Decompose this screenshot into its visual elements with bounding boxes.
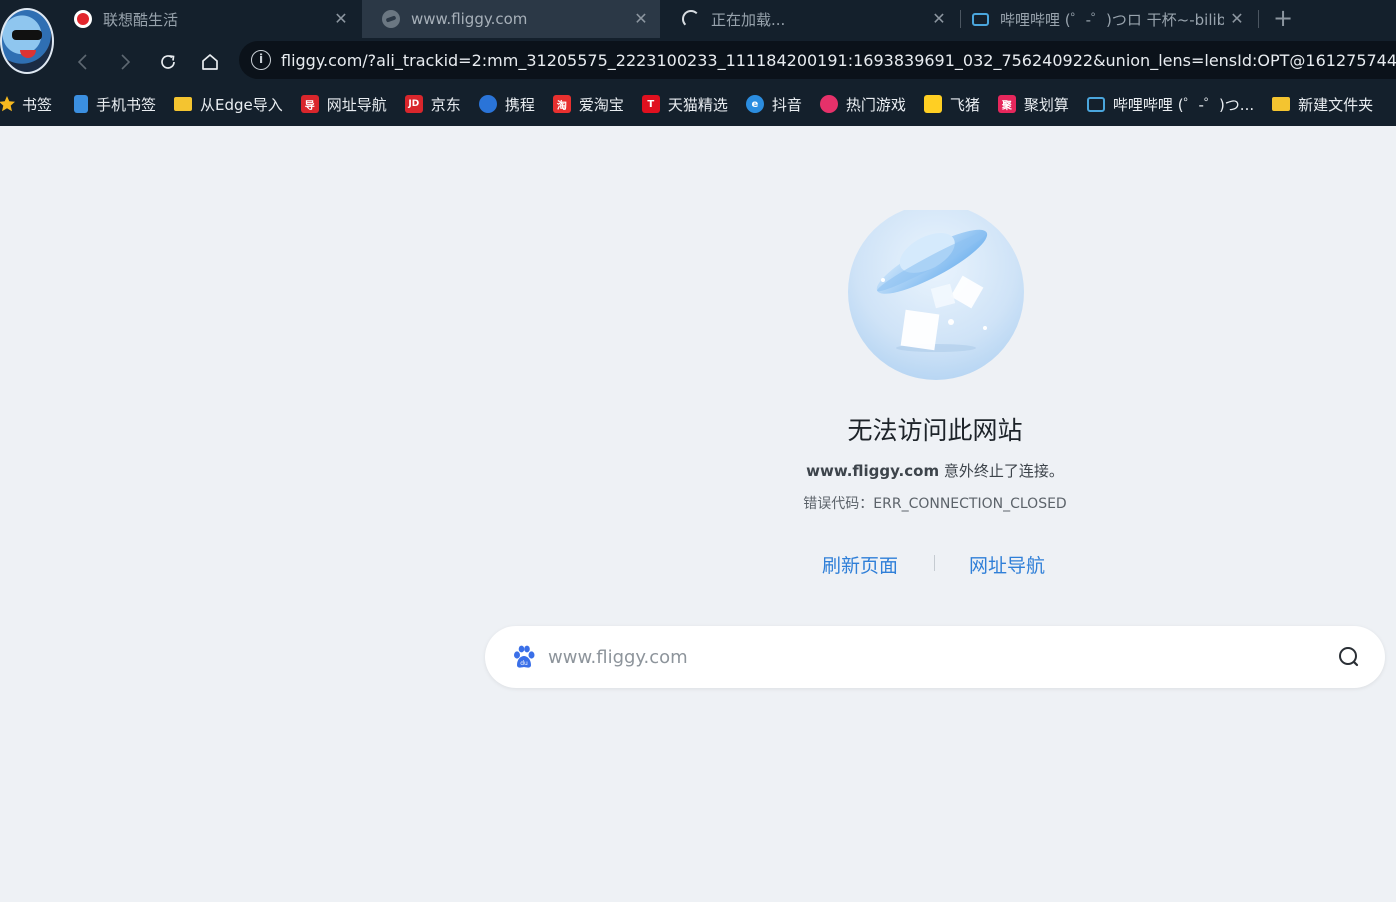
bookmark-label: 京东 <box>430 95 461 114</box>
new-tab-button[interactable]: + <box>1268 4 1298 34</box>
juhuasuan-icon: 聚 <box>997 95 1016 113</box>
taobao-icon: 淘 <box>552 95 571 113</box>
bookmark-item[interactable]: 导 网址导航 <box>300 86 387 122</box>
nav-site-link[interactable]: 网址导航 <box>969 551 1045 578</box>
bookmark-item[interactable]: 携程 <box>478 86 535 122</box>
tab-title: www.fliggy.com <box>411 10 528 28</box>
bookmark-label: 网址导航 <box>326 95 387 114</box>
ufo-illustration <box>848 210 1024 380</box>
error-title: 无法访问此网站 <box>847 416 1023 445</box>
forward-button[interactable] <box>110 47 140 77</box>
bookmark-item[interactable]: 手机书签 <box>74 86 156 122</box>
bookmark-item[interactable]: 飞猪 <box>923 86 980 122</box>
bookmark-label: 新建文件夹 <box>1298 95 1374 114</box>
bookmark-item[interactable]: 新建文件夹 <box>1272 86 1373 122</box>
bookmark-label: 从Edge导入 <box>200 95 283 114</box>
tab-bilibili[interactable]: 哔哩哔哩 (゜-゜)つロ 干杯~-bilibili ✕ <box>952 0 1256 38</box>
profile-avatar[interactable] <box>0 8 54 74</box>
tab-title: 哔哩哔哩 (゜-゜)つロ 干杯~-bilibili <box>1000 10 1224 29</box>
fliggy-bookmark-icon <box>923 95 942 113</box>
nav-site-icon: 导 <box>300 95 319 113</box>
bookmark-item[interactable]: e 抖音 <box>745 86 802 122</box>
reload-button[interactable] <box>153 47 183 77</box>
bookmark-label: 携程 <box>504 95 535 114</box>
search-icon[interactable] <box>1337 645 1361 669</box>
bookmark-item[interactable]: 聚 聚划算 <box>997 86 1069 122</box>
ctrip-icon <box>478 95 497 113</box>
bookmark-label: 书签 <box>22 95 53 114</box>
tmall-icon: T <box>641 95 660 113</box>
bookmark-label: 手机书签 <box>96 95 157 114</box>
search-box[interactable]: du <box>485 626 1385 688</box>
bookmark-item[interactable]: JD 京东 <box>404 86 461 122</box>
home-icon <box>202 54 218 70</box>
bookmark-label: 聚划算 <box>1023 95 1069 114</box>
reload-icon <box>161 55 175 69</box>
bookmark-label: 天猫精选 <box>667 95 728 114</box>
phone-bookmark-icon <box>74 95 89 113</box>
avatar-mouth <box>20 50 36 58</box>
refresh-page-link[interactable]: 刷新页面 <box>822 551 898 578</box>
tab-title: 正在加载... <box>711 10 786 29</box>
tab-lenovo[interactable]: 联想酷生活 ✕ <box>54 0 360 38</box>
tab-loading[interactable]: 正在加载... ✕ <box>662 0 958 38</box>
site-info-icon[interactable]: i <box>251 50 271 70</box>
search-input[interactable] <box>548 646 1308 668</box>
bookmark-label: 热门游戏 <box>845 95 906 114</box>
loading-spinner-icon <box>682 10 700 28</box>
close-icon[interactable]: ✕ <box>628 6 654 32</box>
error-description: www.fliggy.com 意外终止了连接。 <box>0 460 1396 481</box>
url-text[interactable]: fliggy.com/?ali_trackid=2:mm_31205575_22… <box>281 51 1396 70</box>
bookmarks-bar: 书签 手机书签 从Edge导入 导 网址导航 JD 京东 携程 淘 爱淘宝 T … <box>0 86 1396 122</box>
back-button[interactable] <box>68 47 98 77</box>
tab-title: 联想酷生活 <box>103 10 179 29</box>
svg-text:du: du <box>520 660 528 667</box>
home-button[interactable] <box>195 47 225 77</box>
lenovo-icon <box>74 10 92 28</box>
close-icon[interactable]: ✕ <box>328 6 354 32</box>
error-host: www.fliggy.com <box>806 462 940 480</box>
close-icon[interactable]: ✕ <box>1224 6 1250 32</box>
bookmark-item[interactable]: 书签 <box>0 86 52 122</box>
jd-icon: JD <box>404 95 423 113</box>
bilibili-icon <box>1086 96 1105 112</box>
tab-fliggy[interactable]: www.fliggy.com ✕ <box>362 0 660 38</box>
tab-divider <box>1258 10 1259 28</box>
folder-icon <box>174 97 193 111</box>
bookmark-item[interactable]: 淘 爱淘宝 <box>552 86 624 122</box>
browser-e-icon: e <box>745 95 764 113</box>
bookmark-item[interactable]: 哔哩哔哩 (゜-゜)つ... <box>1086 86 1255 122</box>
forward-arrow-icon <box>121 54 131 70</box>
close-icon[interactable]: ✕ <box>926 6 952 32</box>
bookmark-label: 爱淘宝 <box>578 95 624 114</box>
bookmark-label: 哔哩哔哩 (゜-゜)つ... <box>1112 95 1255 114</box>
avatar-sunglasses <box>12 30 42 40</box>
error-code: 错误代码：ERR_CONNECTION_CLOSED <box>803 496 1067 512</box>
action-divider <box>934 555 935 571</box>
game-icon <box>819 95 838 113</box>
address-bar[interactable]: i fliggy.com/?ali_trackid=2:mm_31205575_… <box>239 41 1396 79</box>
bookmark-item[interactable]: 从Edge导入 <box>174 86 283 122</box>
browser-chrome: 联想酷生活 ✕ www.fliggy.com ✕ 正在加载... ✕ 哔哩哔哩 … <box>0 0 1396 126</box>
fliggy-icon <box>382 10 400 28</box>
back-arrow-icon <box>77 54 87 70</box>
folder-icon <box>1272 97 1291 111</box>
bookmark-item[interactable]: T 天猫精选 <box>641 86 728 122</box>
bookmark-label: 飞猪 <box>949 95 980 114</box>
star-icon <box>0 96 15 112</box>
baidu-paw-icon: du <box>514 645 535 668</box>
bookmark-label: 抖音 <box>771 95 802 114</box>
bookmark-item[interactable]: 热门游戏 <box>819 86 906 122</box>
bilibili-icon <box>972 12 989 26</box>
error-message: 意外终止了连接。 <box>939 462 1064 480</box>
